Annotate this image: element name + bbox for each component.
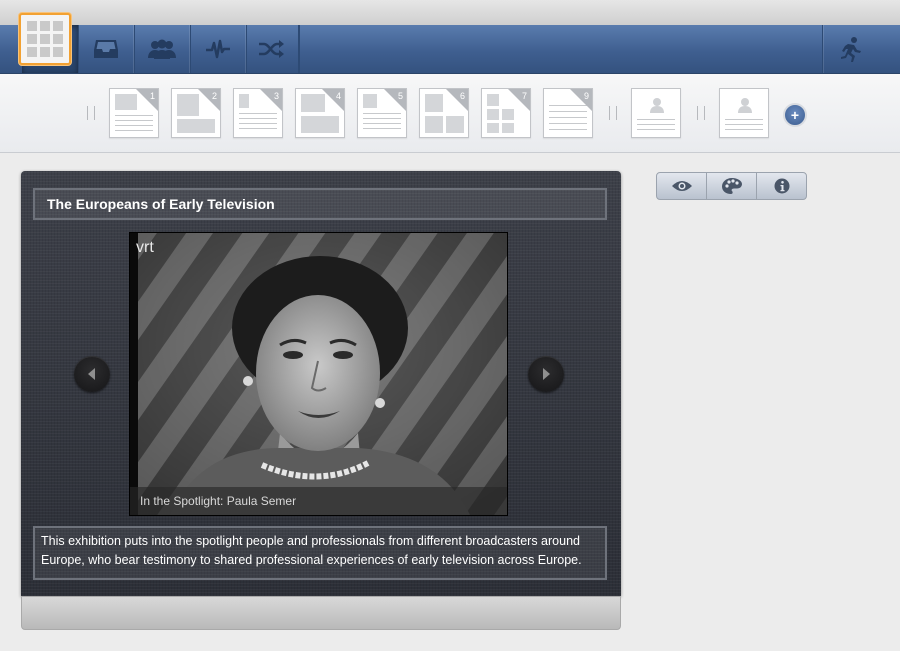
exhibition-description[interactable]: This exhibition puts into the spotlight … — [33, 526, 607, 580]
nav-exit-button[interactable] — [822, 25, 879, 73]
video-player[interactable]: vrt In the Spotlight: Paula Semer — [129, 232, 508, 516]
preview-button[interactable] — [657, 173, 707, 199]
layout-thumb-4[interactable]: 4 — [295, 88, 345, 138]
layout-thumb-6[interactable]: 6 — [419, 88, 469, 138]
nav-activity-button[interactable] — [190, 25, 247, 73]
info-icon — [774, 178, 789, 194]
palette-icon — [721, 178, 742, 194]
plus-icon: + — [790, 107, 800, 123]
toolbar-separator — [609, 106, 617, 120]
main-navbar — [0, 25, 900, 74]
layout-thumb-person-2[interactable] — [719, 88, 769, 138]
layout-thumb-5[interactable]: 5 — [357, 88, 407, 138]
nav-divider — [298, 25, 299, 73]
running-person-icon — [841, 37, 861, 62]
eye-icon — [671, 181, 692, 191]
users-icon — [148, 39, 176, 59]
preview-panel-footer — [21, 596, 621, 630]
nav-users-button[interactable] — [134, 25, 191, 73]
person-icon — [738, 98, 752, 113]
shuffle-icon — [259, 40, 284, 58]
layout-thumb-3[interactable]: 3 — [233, 88, 283, 138]
arrow-left-icon — [88, 368, 95, 380]
activity-pulse-icon — [206, 39, 230, 59]
person-icon — [650, 98, 664, 113]
video-frame — [130, 233, 507, 515]
layout-thumb-1[interactable]: 1 — [109, 88, 159, 138]
layout-thumb-person-1[interactable] — [631, 88, 681, 138]
toolbar-separator — [87, 106, 95, 120]
layout-thumb-9[interactable]: 9 — [543, 88, 593, 138]
window-titlebar — [0, 0, 900, 26]
nav-inbox-button[interactable] — [78, 25, 135, 73]
inbox-tray-icon — [94, 40, 118, 58]
video-caption: In the Spotlight: Paula Semer — [130, 487, 507, 515]
grid-layout-button[interactable] — [19, 13, 71, 65]
info-button[interactable] — [757, 173, 806, 199]
theme-button[interactable] — [707, 173, 757, 199]
broadcaster-logo: vrt — [136, 239, 154, 256]
view-controls — [656, 172, 807, 200]
add-layout-button[interactable]: + — [783, 103, 807, 127]
layout-thumb-7[interactable]: 7 — [481, 88, 531, 138]
layout-thumb-2[interactable]: 2 — [171, 88, 221, 138]
nav-shuffle-button[interactable] — [243, 25, 300, 73]
toolbar-separator — [697, 106, 705, 120]
exhibition-preview-panel: The Europeans of Early Television vrt In… — [21, 171, 621, 596]
previous-button[interactable] — [74, 356, 110, 392]
next-button[interactable] — [528, 356, 564, 392]
arrow-right-icon — [543, 368, 550, 380]
exhibition-title[interactable]: The Europeans of Early Television — [33, 188, 607, 220]
